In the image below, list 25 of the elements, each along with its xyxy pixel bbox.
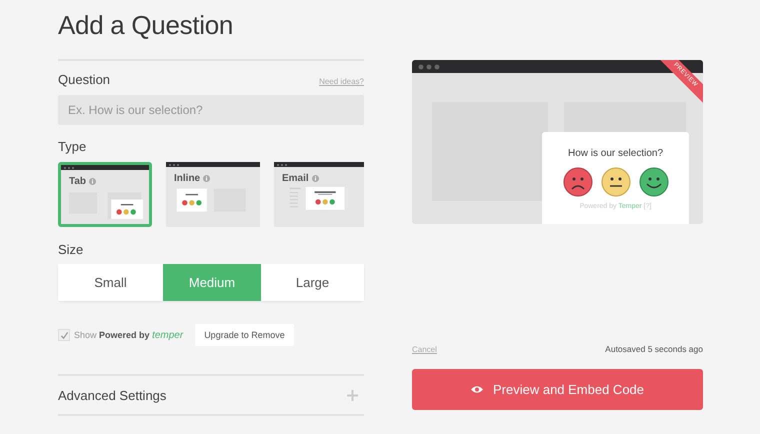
size-option[interactable]: Large (261, 264, 364, 301)
info-icon (203, 175, 210, 182)
type-option[interactable]: Email (274, 162, 364, 227)
question-label: Question (58, 72, 110, 87)
type-option[interactable]: Tab (58, 162, 152, 227)
neutral-face-icon[interactable] (600, 167, 630, 197)
popup-question: How is our selection? (568, 148, 664, 159)
question-field[interactable]: Ex. How is our selection? (58, 95, 364, 125)
preview-embed-button[interactable]: Preview and Embed Code (412, 369, 703, 410)
info-icon (312, 175, 319, 182)
sad-face-icon[interactable] (562, 167, 592, 197)
info-icon (89, 178, 96, 185)
autosave-status: Autosaved 5 seconds ago (605, 344, 703, 354)
type-option[interactable]: Inline (166, 162, 260, 227)
show-powered-by-label: Show Powered by temper (74, 330, 184, 340)
happy-face-icon[interactable] (638, 167, 668, 197)
check-icon (60, 330, 68, 340)
size-label: Size (58, 242, 84, 257)
upgrade-button[interactable]: Upgrade to Remove (195, 324, 294, 346)
type-label: Type (58, 139, 88, 154)
size-option[interactable]: Small (58, 264, 163, 301)
page-title: Add a Question (58, 9, 234, 41)
advanced-settings-label[interactable]: Advanced Settings (58, 388, 166, 402)
checkbox[interactable] (58, 329, 70, 341)
eye-icon (470, 385, 483, 394)
